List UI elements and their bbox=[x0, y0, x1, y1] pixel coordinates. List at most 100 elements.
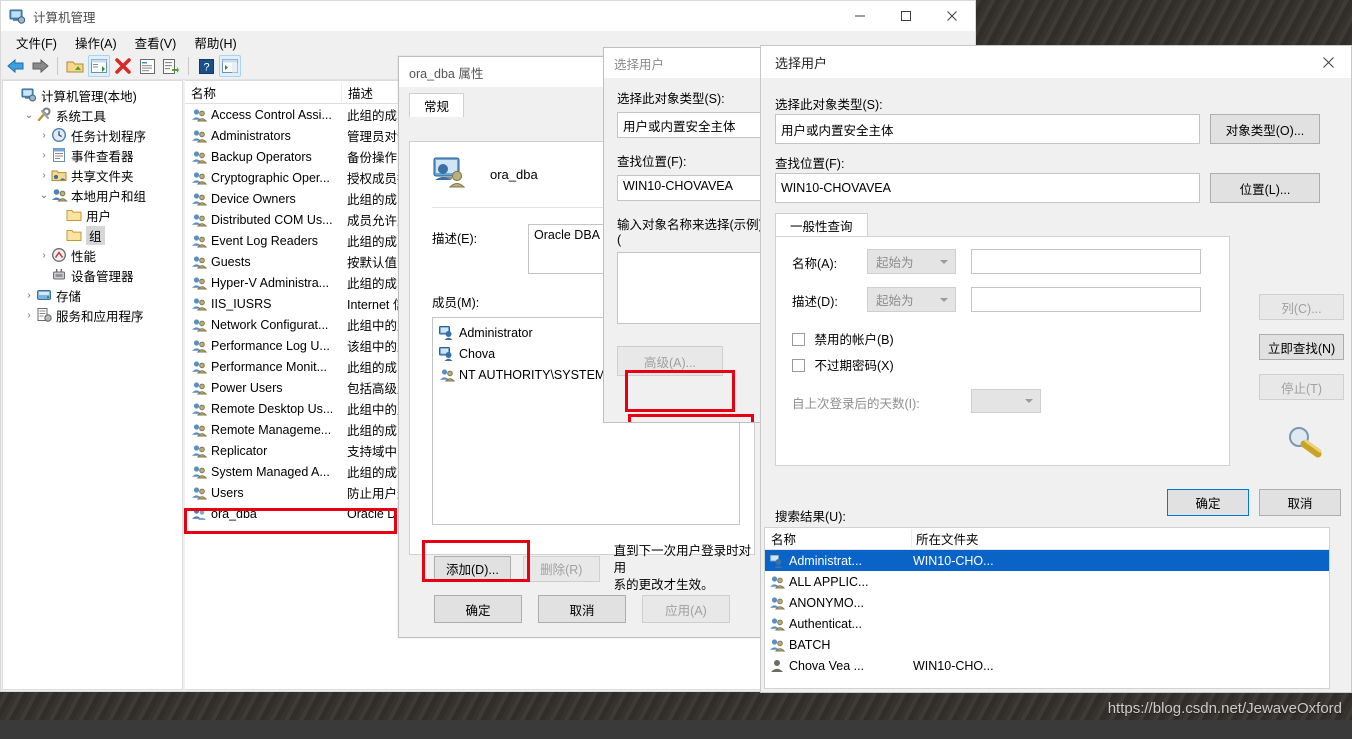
result-name-text: Administrat... bbox=[789, 553, 862, 568]
object-type-input-small[interactable]: 用户或内置安全主体 bbox=[617, 112, 765, 138]
tree-item-0[interactable]: 计算机管理(本地) bbox=[3, 85, 182, 105]
find-now-button[interactable]: 立即查找(N) bbox=[1259, 334, 1344, 360]
query-name-input[interactable] bbox=[971, 249, 1201, 274]
chevron-right-icon[interactable]: › bbox=[37, 150, 51, 161]
cancel-button[interactable]: 取消 bbox=[538, 595, 626, 623]
object-type-button[interactable]: 对象类型(O)... bbox=[1210, 114, 1320, 144]
menu-action[interactable]: 操作(A) bbox=[66, 31, 126, 54]
advanced-ok-button[interactable]: 确定 bbox=[1167, 489, 1249, 516]
export-list-icon[interactable] bbox=[160, 55, 182, 77]
results-column-folder[interactable]: 所在文件夹 bbox=[911, 529, 1329, 548]
group-name-text: Distributed COM Us... bbox=[211, 212, 333, 227]
query-desc-input[interactable] bbox=[971, 287, 1201, 312]
location-input-small[interactable]: WIN10-CHOVAVEA bbox=[617, 175, 765, 201]
tree-item-label: 任务计划程序 bbox=[71, 129, 147, 144]
add-member-button[interactable]: 添加(D)... bbox=[434, 555, 511, 582]
column-header-name[interactable]: 名称 bbox=[185, 83, 341, 102]
result-row[interactable]: ALL APPLIC... bbox=[765, 571, 1329, 592]
group-name-cell: Power Users bbox=[185, 380, 341, 396]
tree-item-label: 用户 bbox=[86, 209, 112, 224]
result-row[interactable]: BATCH bbox=[765, 634, 1329, 655]
tree-item-7[interactable]: 组 bbox=[3, 225, 182, 245]
non-expiring-password-label: 不过期密码(X) bbox=[814, 359, 894, 373]
tree-item-2[interactable]: › 任务计划程序 bbox=[3, 125, 182, 145]
tab-general[interactable]: 常规 bbox=[409, 93, 465, 117]
forward-arrow-icon[interactable] bbox=[29, 55, 51, 77]
group-name-cell: Remote Manageme... bbox=[185, 422, 341, 438]
tree-item-8[interactable]: › 性能 bbox=[3, 245, 182, 265]
results-column-name[interactable]: 名称 bbox=[765, 529, 911, 548]
result-name-text: ALL APPLIC... bbox=[789, 574, 869, 589]
select-user-small-body: 选择此对象类型(S): 用户或内置安全主体 查找位置(F): WIN10-CHO… bbox=[604, 78, 765, 376]
chevron-right-icon[interactable]: › bbox=[37, 170, 51, 181]
stop-button[interactable]: 停止(T) bbox=[1259, 374, 1344, 400]
event-log-icon bbox=[51, 147, 67, 163]
chevron-right-icon[interactable]: › bbox=[22, 310, 36, 321]
result-row[interactable]: Authenticat... bbox=[765, 613, 1329, 634]
advanced-cancel-button[interactable]: 取消 bbox=[1259, 489, 1341, 516]
show-action-pane-icon[interactable] bbox=[219, 55, 241, 77]
days-since-logon-combo[interactable] bbox=[971, 389, 1041, 413]
tree-item-6[interactable]: 用户 bbox=[3, 205, 182, 225]
tree-item-label: 事件查看器 bbox=[71, 149, 134, 164]
group-name-cell: Distributed COM Us... bbox=[185, 212, 341, 228]
folder-up-icon[interactable] bbox=[64, 55, 86, 77]
chevron-down-icon bbox=[940, 259, 948, 264]
maximize-button[interactable] bbox=[883, 1, 929, 31]
ok-button[interactable]: 确定 bbox=[434, 595, 522, 623]
properties-icon[interactable] bbox=[136, 55, 158, 77]
group-name-cell: Performance Monit... bbox=[185, 359, 341, 375]
tree-item-3[interactable]: › 事件查看器 bbox=[3, 145, 182, 165]
close-icon[interactable] bbox=[1305, 46, 1351, 78]
tree-item-9[interactable]: 设备管理器 bbox=[3, 265, 182, 285]
tree-item-5[interactable]: ⌄ 本地用户和组 bbox=[3, 185, 182, 205]
result-row[interactable]: Administrat... WIN10-CHO... bbox=[765, 550, 1329, 571]
group-name-text: Device Owners bbox=[211, 191, 296, 206]
result-row[interactable]: Chova Vea ... WIN10-CHO... bbox=[765, 655, 1329, 676]
back-arrow-icon[interactable] bbox=[5, 55, 27, 77]
location-button[interactable]: 位置(L)... bbox=[1210, 173, 1320, 203]
user-icon bbox=[769, 553, 785, 569]
advanced-button[interactable]: 高级(A)... bbox=[617, 346, 723, 376]
chevron-down-icon[interactable]: ⌄ bbox=[22, 110, 36, 121]
query-name-operator[interactable]: 起始为 bbox=[867, 249, 956, 274]
non-expiring-password-checkbox[interactable]: 不过期密码(X) bbox=[792, 355, 894, 374]
storage-icon bbox=[36, 287, 52, 303]
menu-view[interactable]: 查看(V) bbox=[126, 31, 186, 54]
location-input[interactable]: WIN10-CHOVAVEA bbox=[775, 173, 1200, 203]
menu-file[interactable]: 文件(F) bbox=[7, 31, 66, 54]
result-row[interactable]: ANONYMO... bbox=[765, 592, 1329, 613]
window-title: 计算机管理 bbox=[33, 10, 96, 25]
menu-help[interactable]: 帮助(H) bbox=[185, 31, 245, 54]
disabled-accounts-checkbox[interactable]: 禁用的帐户(B) bbox=[792, 329, 894, 348]
chevron-right-icon[interactable]: › bbox=[22, 290, 36, 301]
query-desc-operator[interactable]: 起始为 bbox=[867, 287, 956, 312]
chevron-right-icon[interactable]: › bbox=[37, 250, 51, 261]
services-icon bbox=[36, 307, 52, 323]
group-icon bbox=[769, 616, 786, 632]
chevron-down-icon[interactable]: ⌄ bbox=[37, 190, 51, 201]
tab-common-query[interactable]: 一般性查询 bbox=[775, 213, 868, 237]
tree-item-4[interactable]: › 共享文件夹 bbox=[3, 165, 182, 185]
group-name-cell: Hyper-V Administra... bbox=[185, 275, 341, 291]
delete-red-x-icon[interactable] bbox=[112, 55, 134, 77]
results-list[interactable]: 名称 所在文件夹 Administrat... WIN10-CHO... ALL A… bbox=[764, 527, 1330, 689]
tree-item-1[interactable]: ⌄ 系统工具 bbox=[3, 105, 182, 125]
help-icon[interactable]: ? bbox=[195, 55, 217, 77]
show-hide-tree-icon[interactable] bbox=[88, 55, 110, 77]
minimize-button[interactable] bbox=[837, 1, 883, 31]
console-tree[interactable]: 计算机管理(本地) ⌄ 系统工具 › 任务计划程序 › 事件查看器 › 共享文件夹 ⌄ 本地用户和组… bbox=[2, 80, 183, 690]
tree-item-11[interactable]: › 服务和应用程序 bbox=[3, 305, 182, 325]
results-label: 搜索结果(U): bbox=[775, 510, 846, 524]
shared-folder-icon bbox=[51, 167, 67, 183]
remove-member-button[interactable]: 删除(R) bbox=[522, 555, 600, 582]
tree-item-10[interactable]: › 存储 bbox=[3, 285, 182, 305]
group-name-text: IIS_IUSRS bbox=[211, 296, 272, 311]
chevron-right-icon[interactable]: › bbox=[37, 130, 51, 141]
columns-button[interactable]: 列(C)... bbox=[1259, 294, 1344, 320]
object-type-input[interactable]: 用户或内置安全主体 bbox=[775, 114, 1200, 144]
close-button[interactable] bbox=[929, 1, 975, 31]
apply-button[interactable]: 应用(A) bbox=[642, 595, 730, 623]
object-names-input-small[interactable] bbox=[617, 252, 765, 324]
properties-buttons: 确定 取消 应用(A) bbox=[399, 595, 765, 623]
